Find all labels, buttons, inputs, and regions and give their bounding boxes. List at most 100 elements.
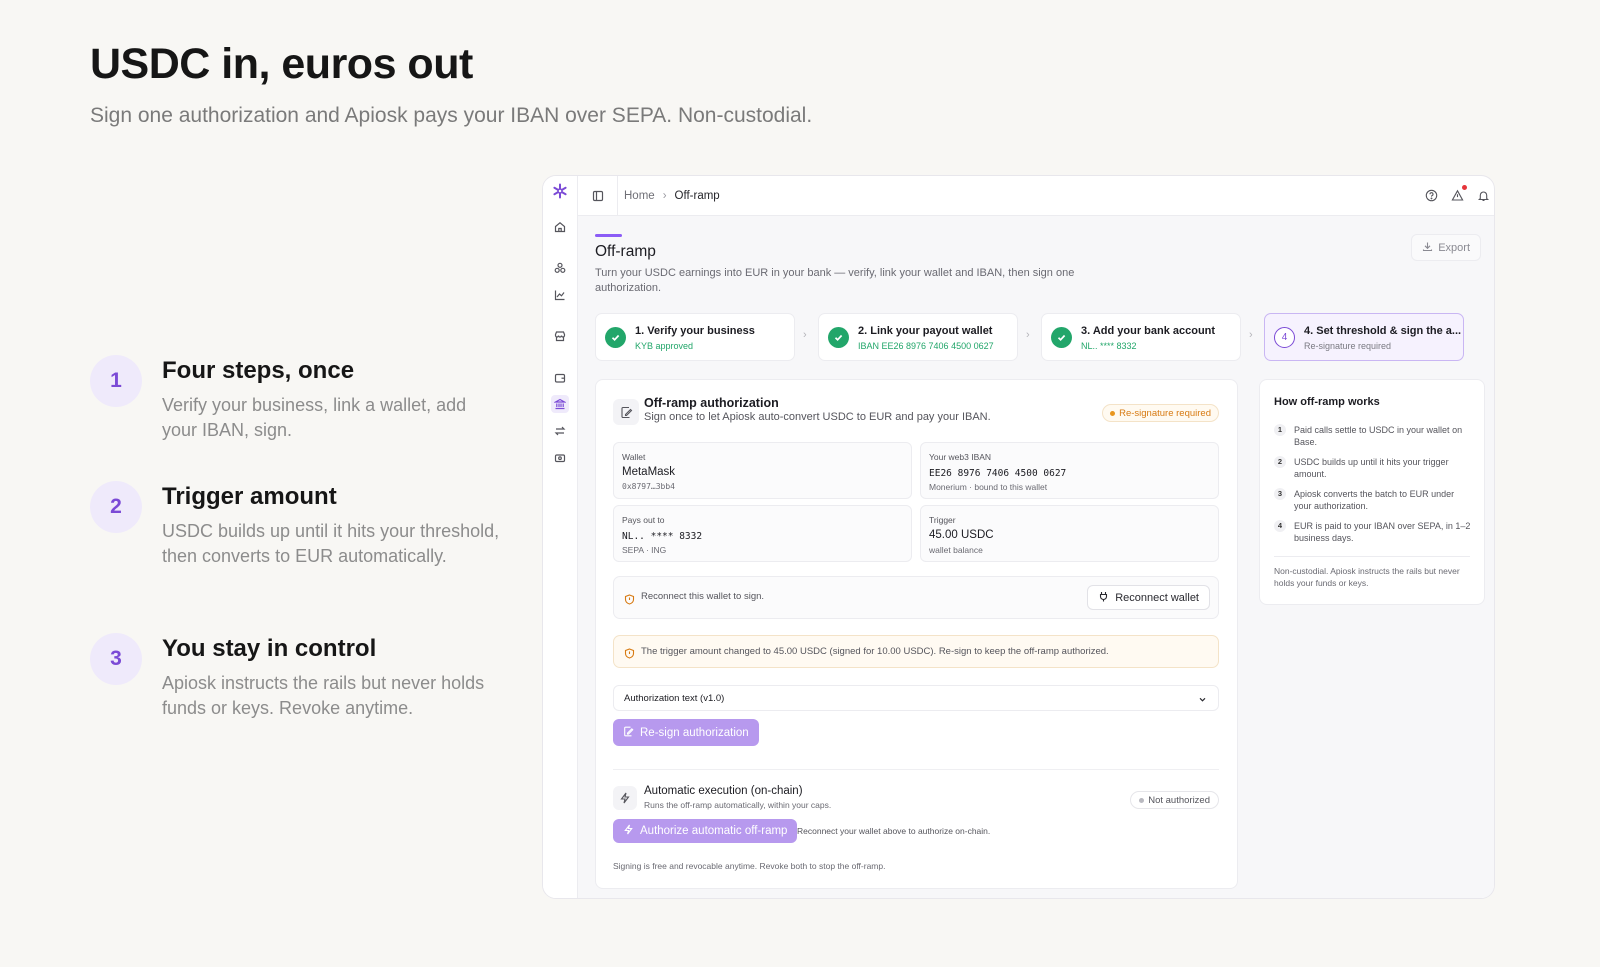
resign-authorization-button[interactable]: Re-sign authorization (613, 719, 759, 746)
main-content: Off-ramp Turn your USDC earnings into EU… (578, 216, 1494, 898)
breadcrumb-current: Off-ramp (674, 189, 720, 202)
list-item: 1 Paid calls settle to USDC in your walle… (1274, 424, 1474, 448)
feature-number: 3 (90, 633, 142, 685)
step-link-wallet[interactable]: 2. Link your payout wallet IBAN EE26 897… (818, 313, 1018, 361)
authorize-automatic-button[interactable]: Authorize automatic off-ramp (613, 819, 798, 843)
divider (1274, 556, 1470, 557)
feature-desc: Apiosk instructs the rails but never hol… (162, 673, 485, 718)
title-accent (595, 234, 622, 237)
bank-icon[interactable] (551, 395, 569, 413)
status-badge: Re-signature required (1102, 404, 1219, 422)
plug-icon (1098, 591, 1109, 605)
feature-number: 1 (90, 355, 142, 407)
feature-title: You stay in control (162, 635, 377, 662)
field-sub: SEPA · ING (622, 545, 667, 555)
field-label: Your web3 IBAN (929, 452, 992, 462)
sidebar-toggle-icon[interactable] (578, 176, 618, 216)
field-sub: 0x8797…3bb4 (622, 482, 675, 491)
button-label: Authorize automatic off-ramp (640, 825, 788, 837)
section-subtitle: Runs the off-ramp automatically, within … (644, 800, 832, 810)
home-icon[interactable] (552, 219, 568, 235)
analytics-icon[interactable] (552, 287, 568, 303)
step-number: 4 (1274, 327, 1295, 348)
step-verify-business[interactable]: 1. Verify your business KYB approved (595, 313, 795, 361)
field-sub: wallet balance (929, 545, 983, 555)
step-title: 4. Set threshold & sign the a... (1304, 325, 1462, 337)
field-label: Trigger (929, 515, 956, 525)
signature-icon (623, 726, 634, 740)
page-title: Off-ramp (595, 243, 656, 260)
reconnect-wallet-button[interactable]: Reconnect wallet (1087, 585, 1210, 610)
notification-dot (1462, 185, 1467, 190)
app-window: Home › Off-ramp Off-ramp Turn your USDC ea… (542, 175, 1495, 899)
authorize-hint: Reconnect your wallet above to authorize… (797, 826, 991, 836)
reconnect-banner: Reconnect this wallet to sign. Reconnect… (613, 576, 1219, 619)
step-status: NL.. **** 8332 (1081, 341, 1137, 351)
section-title: Automatic execution (on-chain) (644, 785, 803, 797)
step-threshold-sign[interactable]: 4 4. Set threshold & sign the a... Re-si… (1264, 313, 1464, 361)
divider (613, 769, 1219, 770)
trigger-change-alert: The trigger amount changed to 45.00 USDC… (613, 635, 1219, 668)
feature-desc: Verify your business, link a wallet, add… (162, 395, 467, 440)
step-bank-account[interactable]: 3. Add your bank account NL.. **** 8332 (1041, 313, 1241, 361)
chevron-right-icon: › (1249, 329, 1253, 341)
breadcrumb-home[interactable]: Home (624, 190, 655, 202)
feature-item: 2 Trigger amount USDC builds up until it… (90, 481, 510, 569)
list-item: 3 Apiosk converts the batch to EUR under … (1274, 488, 1474, 512)
integrations-icon[interactable] (552, 260, 568, 276)
authorization-text-dropdown[interactable]: Authorization text (v1.0) (613, 685, 1219, 711)
bell-icon[interactable] (1476, 188, 1490, 202)
alert-icon[interactable] (1450, 185, 1467, 202)
iban-box: Your web3 IBAN EE26 8976 7406 4500 0627 … (920, 442, 1219, 499)
feature-title: Four steps, once (162, 357, 355, 384)
card-subtitle: Sign once to let Apiosk auto-convert USD… (644, 411, 991, 423)
footer-note: Signing is free and revocable anytime. R… (613, 861, 886, 871)
status-badge: Not authorized (1130, 791, 1219, 809)
lightning-icon (613, 786, 637, 810)
chevron-right-icon: › (803, 329, 807, 341)
help-icon[interactable] (1424, 188, 1438, 202)
stepper: 1. Verify your business KYB approved › 2… (595, 313, 1482, 361)
export-button[interactable]: Export (1411, 234, 1481, 261)
check-icon (605, 327, 626, 348)
check-icon (1051, 327, 1072, 348)
alert-text: The trigger amount changed to 45.00 USDC… (641, 646, 1109, 657)
step-status: KYB approved (635, 341, 694, 351)
field-value: EE26 8976 7406 4500 0627 (929, 468, 1067, 479)
feature-item: 1 Four steps, once Verify your business,… (90, 355, 510, 443)
dropdown-label: Authorization text (v1.0) (624, 693, 725, 704)
authorization-card: Off-ramp authorization Sign once to let … (595, 379, 1238, 889)
reconnect-label: Reconnect wallet (1115, 591, 1199, 604)
card-title: Off-ramp authorization (644, 396, 779, 410)
button-label: Re-sign authorization (640, 726, 749, 739)
feature-number: 2 (90, 481, 142, 533)
how-it-works-panel: How off-ramp works 1 Paid calls settle to… (1259, 379, 1485, 605)
logo-icon[interactable] (552, 183, 568, 199)
page-description: Turn your USDC earnings into EUR in your… (595, 267, 1075, 294)
store-icon[interactable] (552, 328, 568, 344)
field-label: Wallet (622, 452, 646, 462)
warning-icon (624, 646, 635, 664)
step-title: 1. Verify your business (635, 325, 755, 337)
shield-icon (624, 592, 635, 610)
panel-title: How off-ramp works (1274, 396, 1380, 408)
billing-icon[interactable] (552, 450, 568, 466)
lightning-icon (623, 824, 634, 838)
field-value: 45.00 USDC (929, 529, 994, 541)
feature-desc: USDC builds up until it hits your thresh… (162, 521, 500, 566)
field-label: Pays out to (622, 515, 665, 525)
top-bar: Home › Off-ramp (578, 176, 1494, 216)
export-label: Export (1438, 241, 1470, 254)
wallet-icon[interactable] (552, 370, 568, 386)
feature-item: 3 You stay in control Apiosk instructs t… (90, 633, 510, 721)
transfer-icon[interactable] (552, 423, 568, 439)
hero-title: USDC in, euros out (90, 40, 473, 88)
wallet-box: Wallet MetaMask 0x8797…3bb4 (613, 442, 912, 499)
check-icon (828, 327, 849, 348)
breadcrumb: Home › Off-ramp (624, 190, 720, 202)
step-title: 3. Add your bank account (1081, 325, 1216, 337)
signature-icon (613, 399, 639, 425)
icon-rail (543, 176, 578, 898)
breadcrumb-separator-icon: › (662, 189, 667, 202)
field-value: NL.. **** 8332 (622, 531, 703, 542)
